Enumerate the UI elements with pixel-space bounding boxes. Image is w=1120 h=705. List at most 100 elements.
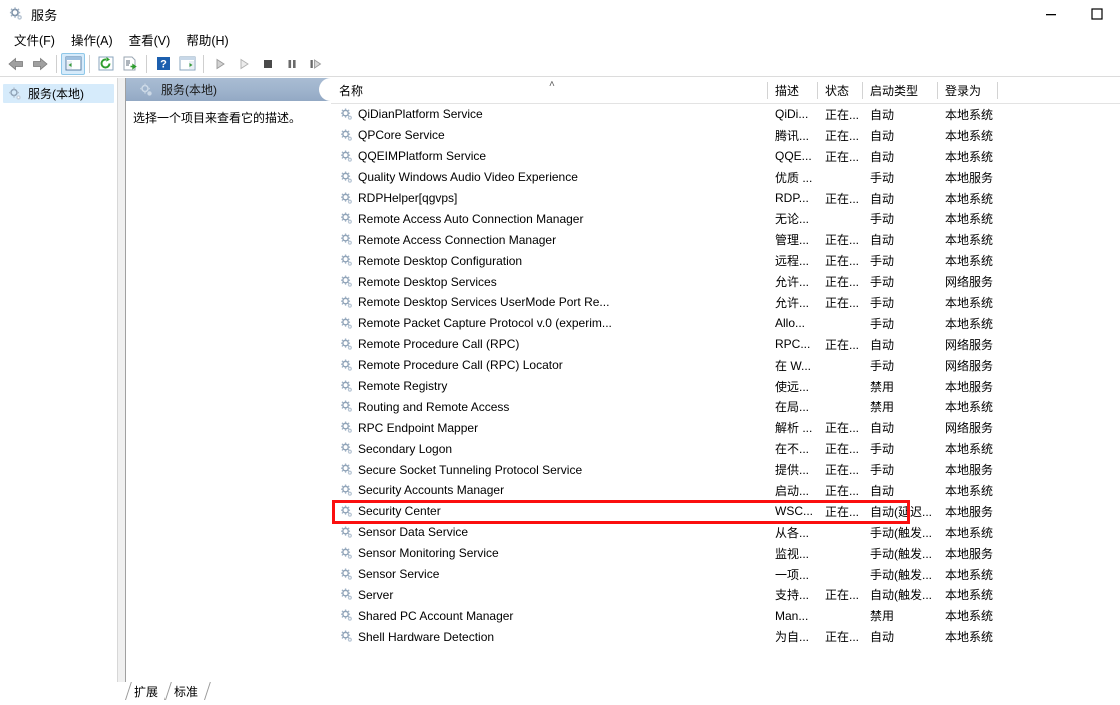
table-row[interactable]: Remote Access Auto Connection Manager 无论.… [331, 208, 1120, 229]
cell-status: 正在... [825, 128, 860, 143]
service-name-label: Remote Desktop Services UserMode Port Re… [358, 295, 610, 310]
results-pane: 服务(本地) 选择一个项目来查看它的描述。 名称 ˄ 描述 状态 启动类型 登录为 QiD… [125, 78, 1120, 682]
refresh-button[interactable] [94, 53, 118, 75]
cell-status: 正在... [825, 442, 860, 457]
cell-description: 解析 ... [775, 421, 813, 436]
cell-name: Quality Windows Audio Video Experience [331, 167, 767, 188]
table-row[interactable]: Remote Procedure Call (RPC) RPC... 正在... 自动… [331, 334, 1120, 355]
column-separator[interactable] [767, 82, 768, 99]
title-bar: 服务 [0, 0, 1120, 28]
tree-node-label: 服务(本地) [28, 87, 84, 101]
table-row[interactable]: Security Accounts Manager 启动... 正在... 自动 本地系… [331, 480, 1120, 501]
column-log-on-as[interactable]: 登录为 [937, 78, 997, 103]
table-row[interactable]: RDPHelper[qgvps] RDP... 正在... 自动 本地系统 [331, 188, 1120, 209]
tab-extended[interactable]: 扩展 [125, 682, 171, 700]
table-row[interactable]: Routing and Remote Access 在局... 禁用 本地系统 [331, 396, 1120, 417]
cell-description: Man... [775, 608, 809, 623]
cell-status [817, 208, 862, 229]
menu-view[interactable]: 查看(V) [121, 28, 179, 51]
action-pane-button[interactable] [175, 53, 199, 75]
column-separator[interactable] [997, 82, 998, 99]
toolbar-separator [203, 54, 204, 73]
cell-startup: 手动 [870, 254, 895, 269]
cell-logon: 本地服务 [945, 170, 994, 185]
toolbar-separator [89, 54, 90, 73]
column-separator[interactable] [862, 82, 863, 99]
service-name-label: Remote Procedure Call (RPC) Locator [358, 358, 563, 373]
table-row[interactable]: Remote Procedure Call (RPC) Locator 在 W..… [331, 355, 1120, 376]
service-gear-icon [339, 608, 354, 623]
table-row[interactable]: Sensor Service 一项... 手动(触发... 本地系统 [331, 564, 1120, 585]
table-row[interactable]: Remote Desktop Configuration 远程... 正在... 手动… [331, 250, 1120, 271]
stop-service-button[interactable] [256, 53, 280, 75]
table-row[interactable]: Remote Packet Capture Protocol v.0 (expe… [331, 313, 1120, 334]
service-gear-icon [339, 483, 354, 498]
table-row[interactable]: Remote Access Connection Manager 管理... 正在.… [331, 229, 1120, 250]
column-name-label: 名称 [339, 84, 364, 98]
tree-node-services-local[interactable]: 服务(本地) [3, 84, 114, 103]
cell-logon: 本地服务 [945, 546, 994, 561]
service-gear-icon [339, 399, 354, 414]
table-row[interactable]: Secure Socket Tunneling Protocol Service… [331, 459, 1120, 480]
restart-service-button[interactable] [304, 53, 328, 75]
list-rows-container[interactable]: QiDianPlatform Service QiDi... 正在... 自动 本地系统… [331, 104, 1120, 682]
cell-description: 从各... [775, 525, 810, 540]
services-window: 服务 文件(F) 操作(A) 查看(V) 帮助(H) ? 服务(本地) 服务(本… [0, 0, 1120, 705]
column-description[interactable]: 描述 [767, 78, 817, 103]
forward-button[interactable] [28, 53, 52, 75]
cell-startup: 禁用 [870, 400, 895, 415]
export-list-button[interactable] [118, 53, 142, 75]
pane-splitter[interactable] [118, 78, 125, 682]
list-column-headers: 名称 ˄ 描述 状态 启动类型 登录为 [331, 78, 1120, 104]
start-service-button[interactable] [208, 53, 232, 75]
table-row[interactable]: Remote Registry 使远... 禁用 本地服务 [331, 376, 1120, 397]
cell-logon: 本地系统 [945, 254, 994, 269]
cell-description: 支持... [775, 588, 810, 603]
window-title: 服务 [31, 7, 58, 23]
cell-logon: 本地系统 [945, 400, 994, 415]
menu-view-label: 查看(V) [128, 34, 171, 48]
column-status[interactable]: 状态 [817, 78, 862, 103]
column-separator[interactable] [817, 82, 818, 99]
cell-description: 在 W... [775, 358, 812, 373]
table-row[interactable]: Sensor Data Service 从各... 手动(触发... 本地系统 [331, 522, 1120, 543]
table-row[interactable]: Shell Hardware Detection 为自... 正在... 自动 本地系统 [331, 626, 1120, 647]
cell-name: QiDianPlatform Service [331, 104, 767, 125]
pause-service-button[interactable] [280, 53, 304, 75]
cell-logon: 本地系统 [945, 295, 994, 310]
resume-service-button[interactable] [232, 53, 256, 75]
cell-name: Secondary Logon [331, 438, 767, 459]
table-row[interactable]: QiDianPlatform Service QiDi... 正在... 自动 本地系统 [331, 104, 1120, 125]
table-row[interactable]: Remote Desktop Services UserMode Port Re… [331, 292, 1120, 313]
question-help-button[interactable]: ? [151, 53, 175, 75]
table-row[interactable]: Quality Windows Audio Video Experience 优质… [331, 167, 1120, 188]
back-button[interactable] [4, 53, 28, 75]
table-row[interactable]: Sensor Monitoring Service 监视... 手动(触发... 本地… [331, 543, 1120, 564]
cell-name: Routing and Remote Access [331, 396, 767, 417]
menu-file[interactable]: 文件(F) [6, 28, 63, 51]
table-row[interactable]: Shared PC Account Manager Man... 禁用 本地系统 [331, 605, 1120, 626]
service-name-label: Remote Procedure Call (RPC) [358, 337, 520, 352]
table-row[interactable]: QQEIMPlatform Service QQE... 正在... 自动 本地系统 [331, 146, 1120, 167]
table-row[interactable]: Server 支持... 正在... 自动(触发... 本地系统 [331, 584, 1120, 605]
cell-status [817, 396, 862, 417]
service-name-label: QPCore Service [358, 128, 445, 143]
menu-action[interactable]: 操作(A) [63, 28, 121, 51]
minimize-button[interactable] [1028, 0, 1074, 28]
table-row[interactable]: Security Center WSC... 正在... 自动(延迟... 本地服务 [331, 501, 1120, 522]
column-startup-type[interactable]: 启动类型 [862, 78, 937, 103]
cell-logon: 本地系统 [945, 316, 994, 331]
column-separator[interactable] [937, 82, 938, 99]
cell-status: 正在... [825, 588, 860, 603]
cell-startup: 手动 [870, 170, 895, 185]
table-row[interactable]: QPCore Service 腾讯... 正在... 自动 本地系统 [331, 125, 1120, 146]
tab-standard[interactable]: 标准 [165, 682, 211, 700]
column-name[interactable]: 名称 ˄ [331, 78, 767, 103]
cell-name: QQEIMPlatform Service [331, 146, 767, 167]
table-row[interactable]: Secondary Logon 在不... 正在... 手动 本地系统 [331, 438, 1120, 459]
menu-help[interactable]: 帮助(H) [178, 28, 236, 51]
table-row[interactable]: Remote Desktop Services 允许... 正在... 手动 网络服务 [331, 271, 1120, 292]
show-hide-tree-button[interactable] [61, 52, 85, 75]
table-row[interactable]: RPC Endpoint Mapper 解析 ... 正在... 自动 网络服务 [331, 417, 1120, 438]
maximize-button[interactable] [1074, 0, 1120, 28]
